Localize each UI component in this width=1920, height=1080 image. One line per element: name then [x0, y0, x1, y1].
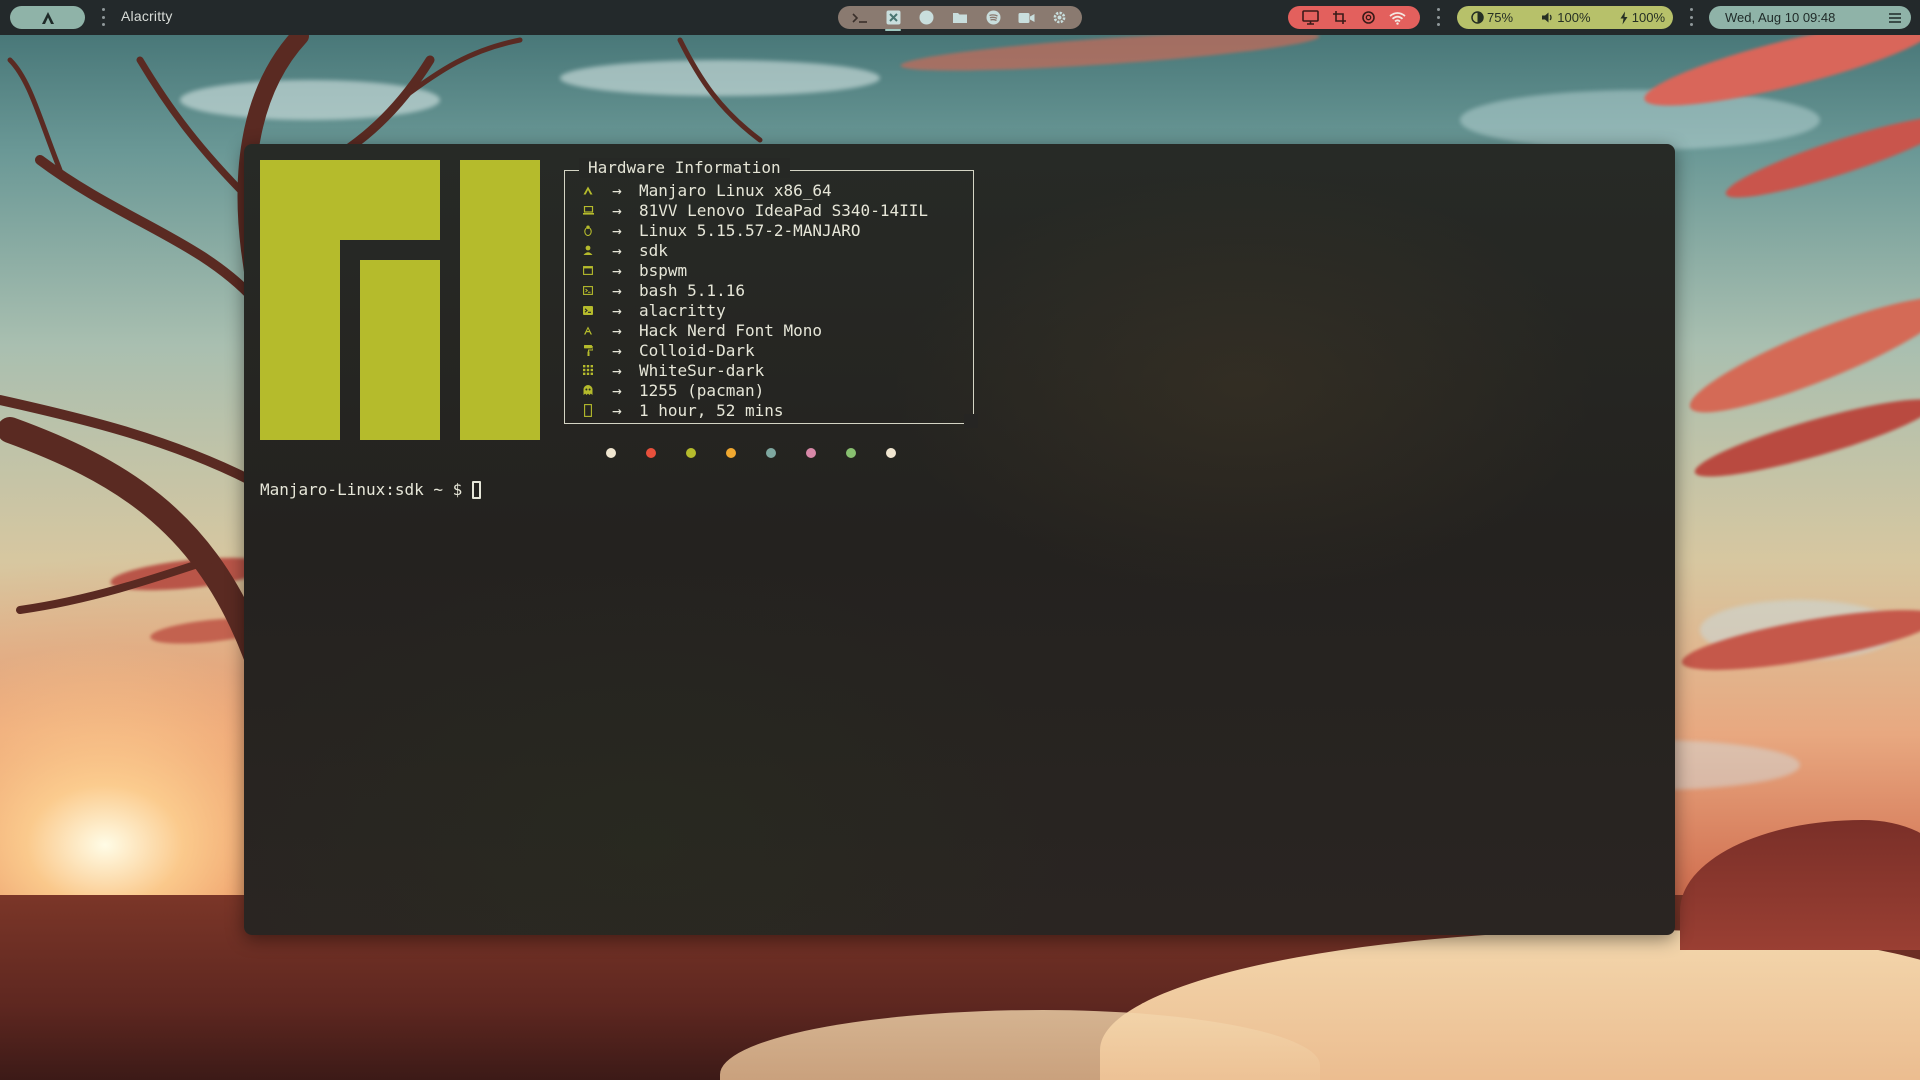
- datetime-text: Wed, Aug 10 09:48: [1725, 10, 1836, 25]
- hardware-info-list: → Manjaro Linux x86_64 → 81VV Lenovo Ide…: [577, 180, 928, 420]
- volume-icon: [1542, 12, 1552, 23]
- terminal-icon: [577, 300, 599, 320]
- info-row-theme: → Colloid-Dark: [577, 340, 928, 360]
- shell-icon: [577, 280, 599, 300]
- volume-value: 100%: [1557, 10, 1591, 25]
- manjaro-logo-icon: [41, 11, 54, 24]
- paint-roller-icon: [577, 340, 599, 360]
- battery-charging-icon: [1620, 11, 1628, 24]
- info-row-terminal: → alacritty: [577, 300, 928, 320]
- tux-icon: [577, 220, 599, 240]
- brightness-value: 75%: [1487, 10, 1514, 25]
- files-app-icon[interactable]: [950, 8, 970, 28]
- battery-indicator[interactable]: 100%: [1619, 10, 1665, 25]
- brightness-icon: [1471, 11, 1484, 24]
- font-icon: [577, 320, 599, 340]
- firefox-app-icon[interactable]: [917, 8, 937, 28]
- laptop-icon: [577, 200, 599, 220]
- launcher-button[interactable]: [10, 6, 85, 29]
- info-row-font: → Hack Nerd Font Mono: [577, 320, 928, 340]
- palette-dot: [806, 448, 816, 458]
- crop-icon[interactable]: [1329, 8, 1349, 28]
- palette-dot: [846, 448, 856, 458]
- palette-dot: [686, 448, 696, 458]
- app-dock: [838, 6, 1082, 31]
- info-row-os: → Manjaro Linux x86_64: [577, 180, 928, 200]
- palette-dot: [886, 448, 896, 458]
- brightness-indicator[interactable]: 75%: [1471, 10, 1513, 25]
- uptime-icon: [577, 400, 599, 420]
- info-row-host: → 81VV Lenovo IdeaPad S340-14IIL: [577, 200, 928, 220]
- hardware-info-title: Hardware Information: [579, 158, 790, 178]
- status-indicators: 75% 100% 100%: [1457, 6, 1673, 29]
- battery-value: 100%: [1631, 10, 1665, 25]
- settings-app-icon[interactable]: [1050, 8, 1070, 28]
- palette-dot: [726, 448, 736, 458]
- record-icon[interactable]: [1359, 8, 1379, 28]
- code-editor-app-icon[interactable]: [883, 8, 903, 31]
- system-tools: [1288, 6, 1420, 29]
- info-row-icons: → WhiteSur-dark: [577, 360, 928, 380]
- icons-grid-icon: [577, 360, 599, 380]
- volume-indicator[interactable]: 100%: [1541, 10, 1591, 25]
- system-menu-dots[interactable]: [1435, 8, 1441, 26]
- menu-icon[interactable]: [1889, 12, 1901, 23]
- top-bar: Alacritty 75% 100% 100% Wed, Aug 10 09:4…: [0, 0, 1920, 35]
- workspace-menu-dots[interactable]: [100, 8, 106, 26]
- palette-dot: [646, 448, 656, 458]
- shell-prompt[interactable]: Manjaro-Linux:sdk ~ $: [260, 480, 482, 499]
- terminal-app-icon[interactable]: [850, 8, 870, 28]
- palette-dot: [606, 448, 616, 458]
- video-app-icon[interactable]: [1017, 8, 1037, 28]
- prompt-text: Manjaro-Linux:sdk ~ $: [260, 480, 463, 499]
- wifi-icon[interactable]: [1388, 8, 1408, 28]
- info-row-kernel: → Linux 5.15.57-2-MANJARO: [577, 220, 928, 240]
- color-palette: [606, 448, 896, 458]
- monitor-icon[interactable]: [1300, 8, 1320, 28]
- spotify-app-icon[interactable]: [983, 8, 1003, 28]
- arch-icon: [577, 180, 599, 200]
- palette-dot: [766, 448, 776, 458]
- ghost-icon: [577, 380, 599, 400]
- clock[interactable]: Wed, Aug 10 09:48: [1709, 6, 1911, 29]
- alacritty-terminal-window[interactable]: Hardware Information → Manjaro Linux x86…: [244, 144, 1675, 935]
- status-menu-dots[interactable]: [1688, 8, 1694, 26]
- window-icon: [577, 260, 599, 280]
- text-cursor: [472, 480, 482, 499]
- info-row-wm: → bspwm: [577, 260, 928, 280]
- info-row-shell: → bash 5.1.16: [577, 280, 928, 300]
- user-icon: [577, 240, 599, 260]
- info-row-uptime: → 1 hour, 52 mins: [577, 400, 928, 420]
- window-title: Alacritty: [121, 8, 173, 24]
- info-row-user: → sdk: [577, 240, 928, 260]
- info-row-packages: → 1255 (pacman): [577, 380, 928, 400]
